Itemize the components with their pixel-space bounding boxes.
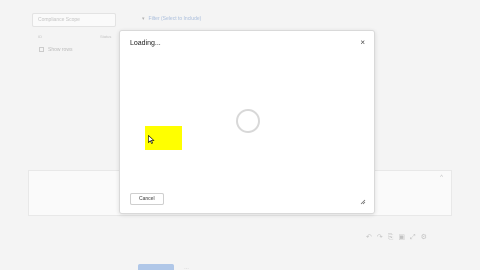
undo-icon[interactable]: ↶ [366,234,377,241]
cancel-button[interactable]: Cancel [130,193,164,205]
chevron-up-icon[interactable]: ^ [440,175,443,181]
secondary-button[interactable]: … [184,265,189,270]
loading-dialog: Loading... × Cancel [119,30,375,214]
filter-link[interactable]: ▾ Filter (Select to Include) [142,16,201,22]
caret-down-icon: ▾ [142,16,145,22]
expand-icon[interactable]: ⤢ [410,234,421,241]
checkbox-icon[interactable] [39,47,44,53]
copy-icon[interactable]: ⎘ [388,234,399,241]
filter-link-label: Filter (Select to Include) [148,16,202,22]
scope-field[interactable]: Compliance Scope [32,13,116,27]
column-header-id: ID [38,34,42,39]
resize-handle-icon[interactable] [360,199,366,205]
gear-icon[interactable]: ⚙ [421,234,432,241]
image-icon[interactable]: ▣ [398,234,410,241]
list-item-label: Show rows [48,47,73,53]
loading-spinner-icon [236,109,260,133]
primary-button[interactable] [138,264,174,270]
dialog-title: Loading... [130,40,161,47]
page: Compliance Scope ▾ Filter (Select to Incl… [0,0,480,270]
list-item[interactable]: Show rows [39,47,72,53]
column-header-status: Status [100,34,112,39]
close-icon[interactable]: × [360,39,365,47]
mouse-cursor-icon [148,135,155,144]
editor-toolbar: ↶↷⎘▣⤢⚙ [366,233,432,242]
redo-icon[interactable]: ↷ [377,234,388,241]
